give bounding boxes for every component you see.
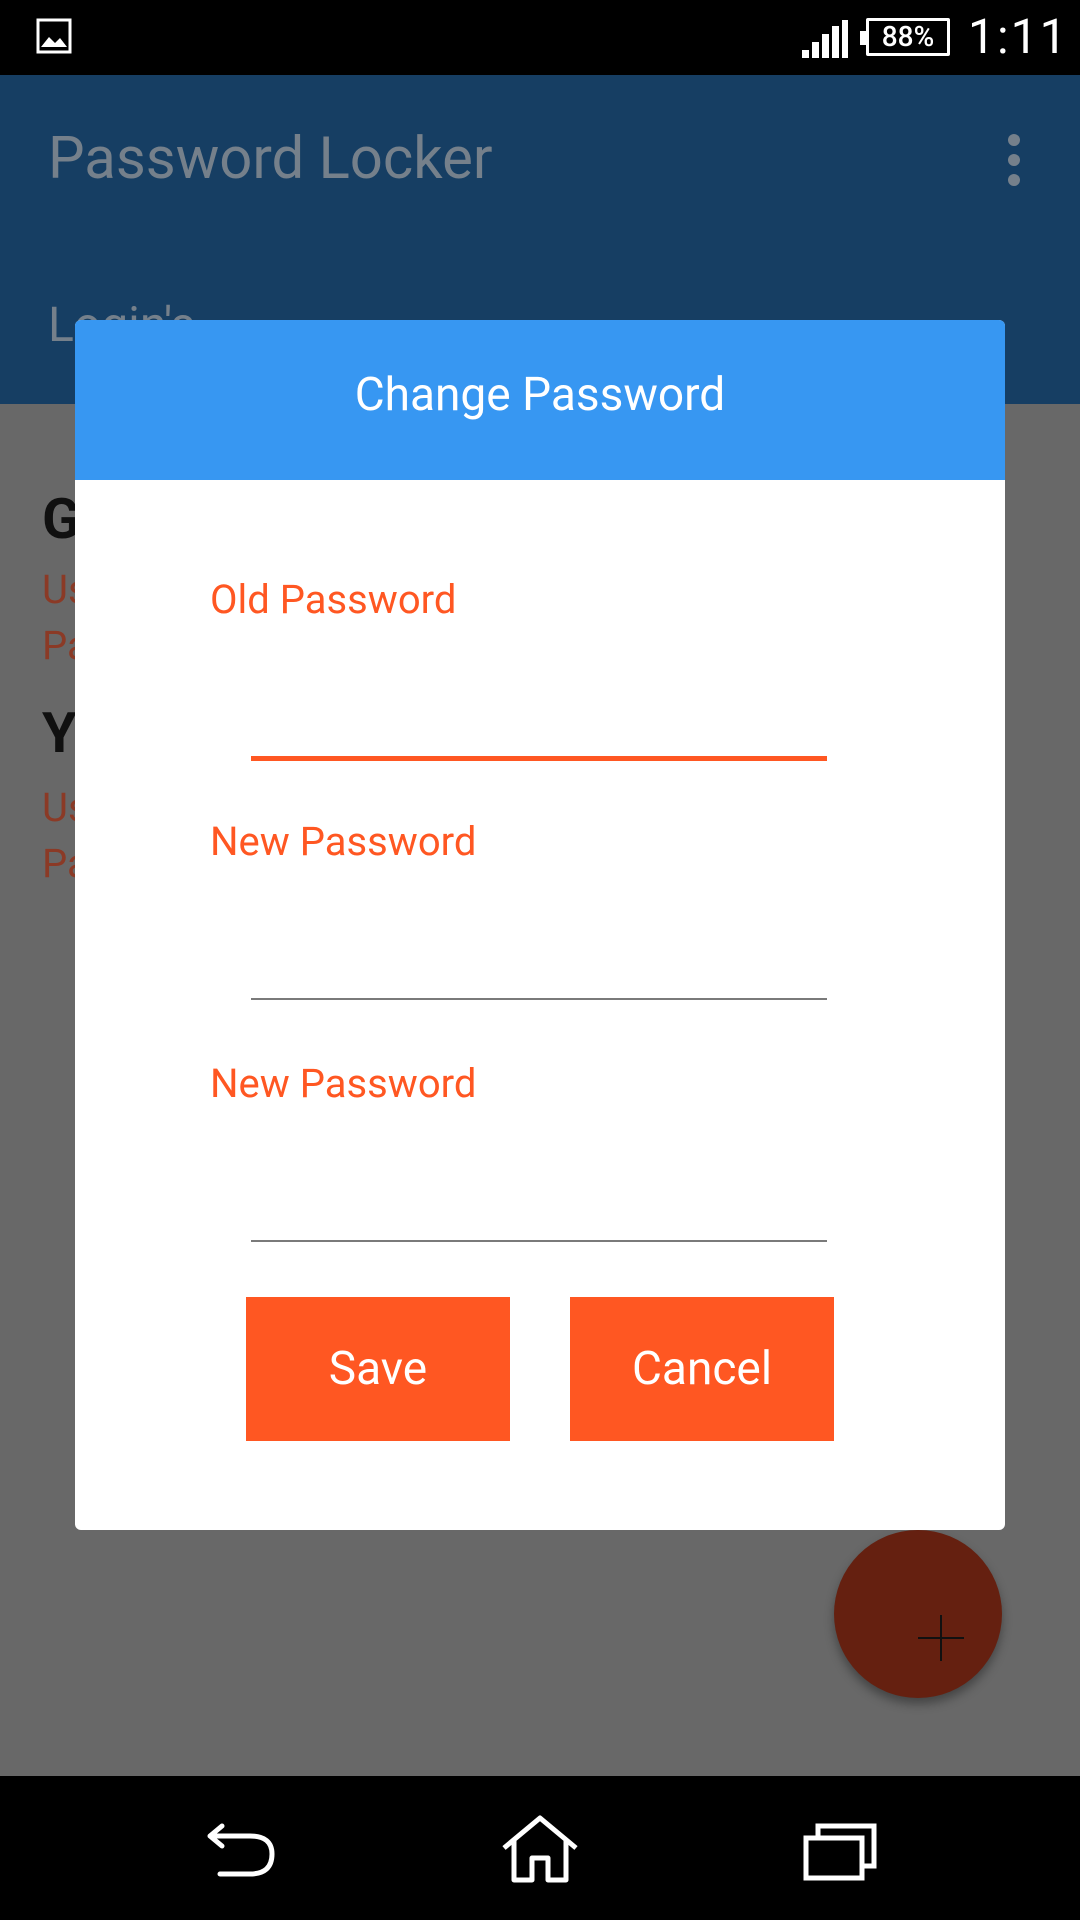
old-password-label: Old Password: [210, 576, 457, 623]
entry-title[interactable]: Y: [42, 700, 77, 766]
old-password-input[interactable]: [251, 756, 827, 761]
signal-icon: [802, 20, 848, 58]
new-password-label: New Password: [210, 818, 477, 865]
battery-indicator: 88%: [860, 18, 950, 56]
status-clock: 1:11: [968, 8, 1069, 65]
overflow-menu-icon[interactable]: [1003, 132, 1025, 188]
dialog-header: Change Password: [75, 320, 1005, 480]
new-password-input[interactable]: [251, 998, 827, 1000]
app-title: Password Locker: [48, 125, 493, 193]
add-icon: [918, 1615, 964, 1661]
recent-apps-icon[interactable]: [800, 1814, 880, 1884]
dialog-title: Change Password: [354, 368, 726, 422]
navigation-bar: [0, 1776, 1080, 1920]
back-icon[interactable]: [200, 1814, 280, 1884]
confirm-password-input[interactable]: [251, 1240, 827, 1242]
change-password-dialog: Change Password Old Password New Passwor…: [75, 320, 1005, 1530]
confirm-password-label: New Password: [210, 1060, 477, 1107]
status-bar: 88% 1:11: [0, 0, 1080, 75]
cancel-button[interactable]: Cancel: [570, 1297, 834, 1441]
gallery-icon: [36, 18, 72, 54]
add-button[interactable]: [834, 1530, 1002, 1698]
save-button[interactable]: Save: [246, 1297, 510, 1441]
home-icon[interactable]: [500, 1814, 580, 1884]
